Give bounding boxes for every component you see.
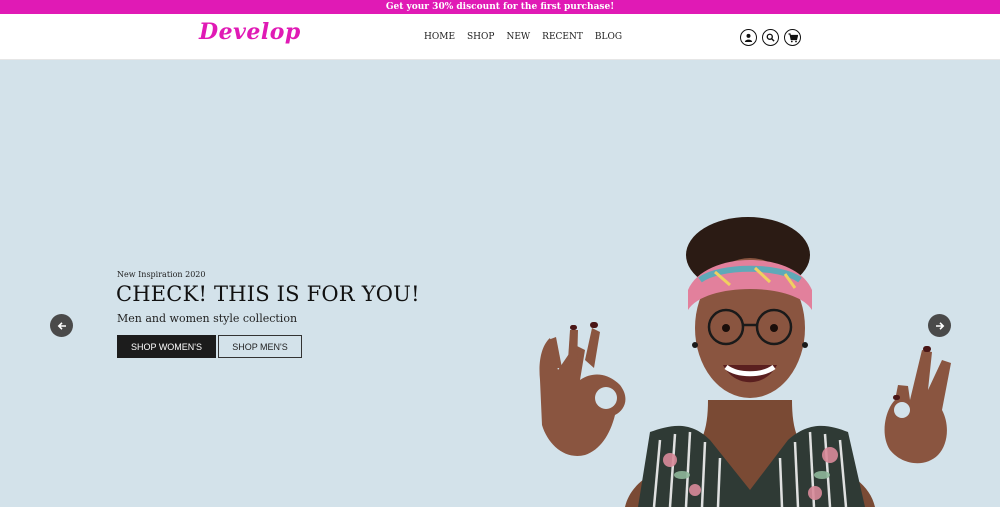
shop-mens-button[interactable]: SHOP MEN'S — [218, 335, 302, 358]
arrow-right-icon — [935, 321, 944, 330]
nav-shop[interactable]: SHOP — [467, 32, 494, 42]
nav-home[interactable]: HOME — [424, 32, 455, 42]
nav-new[interactable]: NEW — [506, 32, 530, 42]
cart-icon[interactable] — [784, 29, 801, 46]
hero-model-image — [539, 217, 951, 507]
promo-banner: Get your 30% discount for the first purc… — [0, 0, 1000, 14]
brand-logo[interactable]: Develop — [199, 19, 301, 45]
slider-prev-button[interactable] — [50, 314, 73, 337]
promo-text: Get your 30% discount for the first purc… — [385, 2, 615, 12]
main-nav: HOME SHOP NEW RECENT BLOG — [424, 32, 622, 42]
search-icon[interactable] — [762, 29, 779, 46]
header-icons — [740, 29, 801, 46]
hero-kicker: New Inspiration 2020 — [117, 270, 206, 279]
nav-recent[interactable]: RECENT — [542, 32, 583, 42]
arrow-left-icon — [57, 321, 66, 330]
site-header: Develop HOME SHOP NEW RECENT BLOG — [0, 14, 1000, 60]
hero-subtitle: Men and women style collection — [117, 312, 298, 325]
slider-next-button[interactable] — [928, 314, 951, 337]
hero-slider: New Inspiration 2020 CHECK! THIS IS FOR … — [0, 60, 1000, 507]
hero-title: CHECK! THIS IS FOR YOU! — [116, 282, 420, 306]
nav-blog[interactable]: BLOG — [595, 32, 622, 42]
user-icon[interactable] — [740, 29, 757, 46]
shop-womens-button[interactable]: SHOP WOMEN'S — [117, 335, 216, 358]
